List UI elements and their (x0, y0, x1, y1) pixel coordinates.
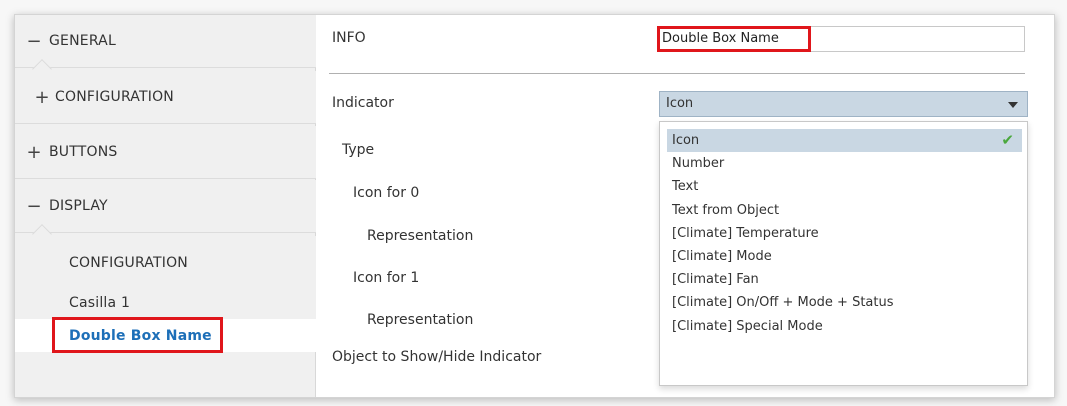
sidebar-item-buttons[interactable]: + BUTTONS (15, 126, 316, 179)
parameters-window: − GENERAL + CONFIGURATION + BUTTONS − DI… (14, 14, 1055, 398)
screenshot-frame: − GENERAL + CONFIGURATION + BUTTONS − DI… (0, 0, 1067, 406)
object-show-hide-label: Object to Show/Hide Indicator (332, 349, 542, 365)
icon-for-0-label: Icon for 0 (353, 185, 420, 201)
chevron-down-icon[interactable] (1008, 102, 1018, 108)
sidebar-item-label: GENERAL (49, 33, 116, 49)
option-label: [Climate] Special Mode (672, 318, 823, 334)
dropdown-option[interactable]: [Climate] On/Off + Mode + Status (667, 291, 1022, 314)
sidebar-item-general[interactable]: − GENERAL (15, 15, 316, 68)
sidebar-item-display[interactable]: − DISPLAY (15, 180, 316, 233)
dropdown-option[interactable]: [Climate] Mode (667, 245, 1022, 268)
sidebar: − GENERAL + CONFIGURATION + BUTTONS − DI… (15, 15, 317, 397)
option-label: Text (672, 179, 699, 195)
dropdown-option[interactable]: Number (667, 152, 1022, 175)
option-label: Icon (672, 133, 700, 148)
dropdown-option[interactable]: [Climate] Temperature (667, 222, 1022, 245)
dropdown-option[interactable]: [Climate] Fan (667, 268, 1022, 291)
option-label: [Climate] Mode (672, 248, 772, 264)
option-label: [Climate] On/Off + Mode + Status (672, 295, 894, 311)
divider (329, 73, 1025, 74)
sidebar-item-label: Double Box Name (69, 327, 212, 344)
indicator-label: Indicator (332, 95, 394, 111)
type-label: Type (342, 142, 375, 158)
icon-for-1-label: Icon for 1 (353, 270, 420, 286)
option-label: Text from Object (672, 202, 780, 218)
expand-icon[interactable]: + (29, 87, 55, 108)
sidebar-item-label: CONFIGURATION (55, 89, 174, 105)
sidebar-item-double-box-name[interactable]: Double Box Name (15, 319, 317, 352)
representation-label: Representation (367, 228, 474, 244)
indicator-select-value: Icon (666, 96, 694, 111)
expand-icon[interactable]: + (19, 142, 49, 163)
sidebar-item-label: DISPLAY (49, 198, 108, 214)
collapse-icon[interactable]: − (19, 196, 49, 217)
sidebar-item-label: BUTTONS (49, 144, 118, 160)
dropdown-option[interactable]: Text (667, 175, 1022, 198)
indicator-select[interactable]: Icon (659, 91, 1028, 117)
sidebar-item-general-configuration[interactable]: + CONFIGURATION (15, 71, 316, 124)
representation-label: Representation (367, 312, 474, 328)
option-label: [Climate] Fan (672, 272, 759, 288)
collapse-icon[interactable]: − (19, 31, 49, 52)
dropdown-option[interactable]: Text from Object (667, 199, 1022, 222)
info-label: INFO (332, 30, 366, 46)
checkmark-icon: ✔ (1001, 131, 1014, 149)
info-field[interactable]: Double Box Name (657, 26, 1025, 52)
sidebar-item-label: Casilla 1 (69, 295, 131, 311)
option-label: Number (672, 156, 725, 172)
main-panel: INFO Double Box Name Indicator Type Icon… (317, 15, 1054, 397)
indicator-dropdown: Icon ✔ Number Text Text from Object [Cli… (659, 121, 1028, 386)
dropdown-option[interactable]: Icon ✔ (667, 129, 1022, 153)
dropdown-option[interactable]: [Climate] Special Mode (667, 315, 1022, 338)
sidebar-item-label: CONFIGURATION (69, 254, 188, 271)
option-label: [Climate] Temperature (672, 225, 819, 241)
